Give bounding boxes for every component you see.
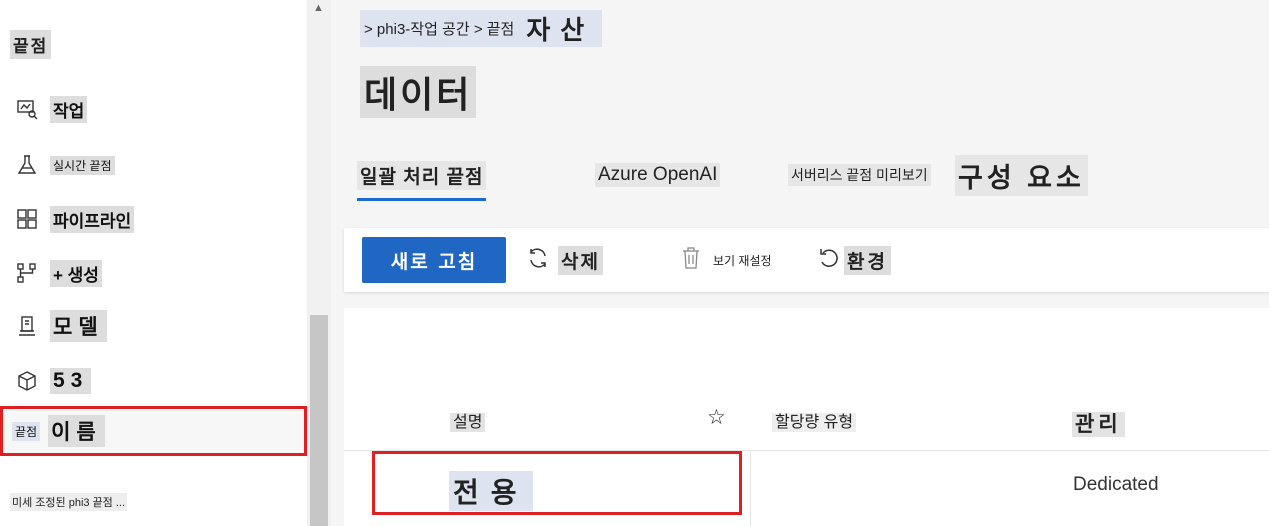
tab-bar: 일괄 처리 끝점 Azure OpenAI 서버리스 끝점 미리보기 구성 요소 [357,152,1257,201]
column-header-description[interactable]: 설명 [450,408,486,432]
sidebar-item-label: 53 [50,368,92,394]
pipeline-icon [14,206,40,232]
sidebar-scrollbar[interactable]: ▲ [307,0,331,526]
breadcrumb: > phi3-작업 공간 > 끝점 자산 [360,10,603,47]
column-header-managed[interactable]: 관리 [1072,408,1125,438]
sidebar-item-prefix: 끝점 [12,421,41,441]
sidebar-item-jobs[interactable]: 작업 [0,89,307,129]
branch-icon [14,260,40,286]
cube-icon [14,368,40,394]
tab-serverless-endpoints[interactable]: 서버리스 끝점 미리보기 [788,152,931,198]
tab-batch-endpoints[interactable]: 일괄 처리 끝점 [357,152,487,201]
flask-icon [14,152,40,178]
column-divider [750,450,751,526]
sidebar-item-label: 실시간 끝점 [50,155,115,175]
tab-label: 구성 요소 [955,154,1088,196]
page-title: 데이터 [360,66,477,118]
scroll-thumb[interactable] [310,315,328,526]
sidebar-title: 끝점 [10,30,52,59]
undo-icon [818,247,840,274]
reset-view-label: 보기 재설정 [713,254,772,268]
tab-label: 일괄 처리 끝점 [357,160,487,190]
column-header-quota-type[interactable]: 할당량 유형 [772,408,857,432]
scroll-up-icon[interactable]: ▲ [313,2,324,14]
sidebar-item-assets-count[interactable]: 53 [0,361,307,401]
trash-icon [680,246,702,275]
tab-label: Azure OpenAI [595,163,721,187]
table-row-name-cell[interactable]: 전용 [372,451,742,515]
row-managed-value: Dedicated [1073,474,1159,495]
sidebar-item-endpoints[interactable]: 끝점 이름 [0,406,307,456]
row-name: 전용 [449,471,533,511]
sidebar: 끝점 작업 실시간 끝점 파이프라인 + 생성 모델 53 끝점 이름 미세 조… [0,0,307,526]
environment-label: 환경 [844,246,891,275]
sidebar-item-label: 모델 [50,310,107,342]
sidebar-item-label: 파이프라인 [50,205,135,233]
tab-components[interactable]: 구성 요소 [955,152,1088,198]
refresh-button[interactable]: 새로 고침 [362,237,506,283]
models-icon [14,313,40,339]
sidebar-item-create[interactable]: + 생성 [0,253,307,293]
tab-label: 서버리스 끝점 미리보기 [788,164,931,186]
delete-label: 삭제 [558,246,603,275]
sidebar-item-pipelines[interactable]: 파이프라인 [0,199,307,239]
sidebar-item-label: + 생성 [50,259,102,287]
star-icon[interactable]: ☆ [707,405,726,430]
sidebar-footer-item[interactable]: 미세 조정된 phi3 끝점 ... [10,493,128,511]
sidebar-item-realtime-endpoints[interactable]: 실시간 끝점 [0,145,307,185]
sidebar-item-label: 작업 [50,95,88,123]
toolbar: 새로 고침 삭제 보기 재설정 환경 [344,228,1269,292]
reset-view-button[interactable]: 보기 재설정 [680,246,775,275]
sidebar-item-label: 이름 [48,415,105,447]
sidebar-item-models[interactable]: 모델 [0,306,307,346]
delete-button[interactable]: 삭제 [526,246,603,275]
tab-azure-openai[interactable]: Azure OpenAI [595,152,721,198]
breadcrumb-path[interactable]: > phi3-작업 공간 > 끝점 [360,16,518,41]
environment-button[interactable]: 환경 [818,246,891,275]
refresh-icon [526,246,550,275]
breadcrumb-current: 자산 [518,10,603,47]
jobs-icon [14,96,40,122]
